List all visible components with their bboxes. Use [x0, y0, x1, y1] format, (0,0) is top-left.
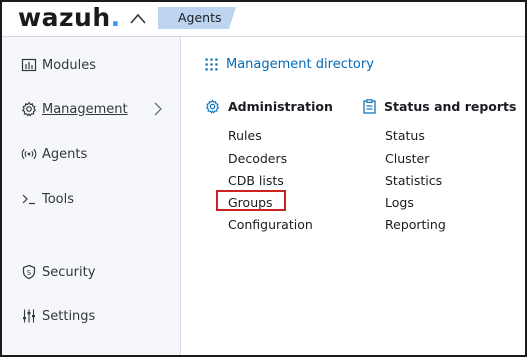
wazuh-logo[interactable]: wazuh. — [18, 3, 121, 32]
sidebar-item-label: Modules — [42, 57, 97, 73]
logo-dot: . — [110, 3, 121, 32]
sidebar-item-settings[interactable]: Settings — [2, 301, 180, 331]
terminal-icon — [21, 191, 37, 207]
chevron-up-icon[interactable] — [130, 12, 146, 26]
sidebar-item-tools[interactable]: Tools — [2, 184, 180, 214]
top-bar: wazuh. Agents — [2, 2, 525, 37]
link-status[interactable]: Status — [385, 128, 425, 143]
gear-icon — [205, 99, 220, 114]
breadcrumb-agents: Agents — [178, 10, 222, 25]
sidebar-item-modules[interactable]: Modules — [2, 50, 180, 80]
sidebar-item-agents[interactable]: Agents — [2, 139, 180, 169]
link-statistics[interactable]: Statistics — [385, 173, 442, 188]
sliders-icon — [21, 308, 37, 324]
management-directory-link[interactable]: Management directory — [205, 57, 374, 72]
logo-text: wazuh — [18, 3, 111, 32]
sidebar: Modules Management Agents Tools S Securi… — [2, 37, 181, 355]
link-configuration[interactable]: Configuration — [228, 217, 313, 232]
link-decoders[interactable]: Decoders — [228, 151, 287, 166]
chevron-right-icon — [154, 102, 162, 116]
signal-icon — [21, 146, 37, 162]
app-frame: wazuh. Agents Modules Management Agents … — [0, 0, 527, 357]
administration-heading: Administration — [205, 99, 333, 114]
groups-highlight-box — [216, 190, 286, 211]
management-directory-label: Management directory — [226, 57, 374, 72]
status-reports-heading: Status and reports — [363, 99, 516, 114]
shield-icon: S — [21, 264, 37, 280]
sidebar-item-label: Security — [42, 264, 96, 280]
link-rules[interactable]: Rules — [228, 128, 262, 143]
svg-text:S: S — [27, 269, 32, 277]
sidebar-item-label: Tools — [42, 191, 75, 207]
status-reports-title: Status and reports — [384, 99, 517, 114]
administration-title: Administration — [228, 99, 333, 114]
link-cdb-lists[interactable]: CDB lists — [228, 173, 284, 188]
main-content: Management directory Administration Stat… — [181, 37, 525, 355]
sidebar-item-management[interactable]: Management — [2, 94, 180, 124]
sidebar-item-label: Management — [42, 101, 128, 117]
clipboard-icon — [363, 99, 376, 114]
link-cluster[interactable]: Cluster — [385, 151, 429, 166]
breadcrumb[interactable]: Agents — [158, 7, 236, 29]
sidebar-item-label: Agents — [42, 146, 88, 162]
link-logs[interactable]: Logs — [385, 195, 414, 210]
gear-icon — [21, 101, 37, 117]
grid-dots-icon — [205, 58, 218, 71]
link-reporting[interactable]: Reporting — [385, 217, 446, 232]
sidebar-item-label: Settings — [42, 308, 96, 324]
modules-icon — [21, 57, 37, 73]
sidebar-item-security[interactable]: S Security — [2, 257, 180, 287]
